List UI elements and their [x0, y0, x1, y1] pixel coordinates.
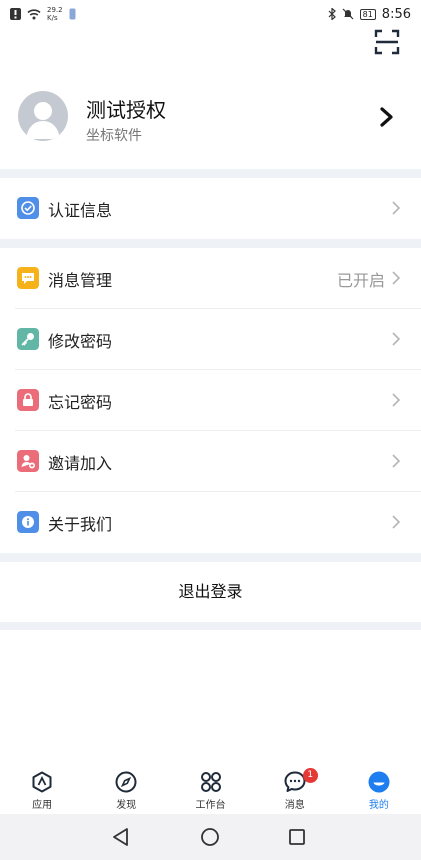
profile-card[interactable]: 测试授权 坐标软件 — [0, 80, 421, 154]
scan-button[interactable] — [373, 28, 401, 56]
menu-label-certification: 认证信息 — [48, 201, 113, 220]
recents-square-icon[interactable] — [286, 826, 308, 848]
status-bar: 29.2 K/s 81 8:56 — [0, 0, 421, 28]
tab-label-apps: 应用 — [32, 800, 53, 811]
message-icon — [17, 267, 39, 289]
bluetooth-icon — [328, 8, 336, 20]
tab-discover[interactable]: 发现 — [84, 762, 168, 814]
certification-icon — [17, 197, 39, 219]
network-speed-value: 29.2 — [47, 6, 63, 14]
menu-item-invite[interactable]: 邀请加入 — [0, 431, 421, 492]
home-circle-icon[interactable] — [199, 826, 221, 848]
compass-icon — [115, 771, 137, 793]
chevron-right-icon — [380, 107, 393, 127]
bottom-tab-bar: 应用 发现 工作台 1 消息 我的 — [0, 762, 421, 814]
menu-item-forgot-password[interactable]: 忘记密码 — [0, 370, 421, 431]
battery-indicator: 81 — [359, 8, 376, 20]
status-right: 81 8:56 — [328, 7, 411, 22]
menu-item-about[interactable]: 关于我们 — [0, 492, 421, 553]
profile-smile-icon — [368, 771, 390, 793]
clock: 8:56 — [381, 6, 411, 22]
network-speed: 29.2 K/s — [47, 6, 63, 22]
tab-label-workbench: 工作台 — [195, 800, 226, 811]
menu-item-message-management[interactable]: 消息管理 已开启 — [0, 248, 421, 309]
chevron-right-icon — [392, 393, 400, 407]
logout-button[interactable]: 退出登录 — [0, 562, 421, 622]
avatar — [18, 91, 68, 141]
mute-bell-icon — [342, 8, 354, 20]
info-icon — [17, 511, 39, 533]
section-gap — [0, 553, 421, 562]
profile-name: 测试授权 — [86, 98, 166, 122]
unread-badge: 1 — [302, 768, 318, 783]
section-gap — [0, 239, 421, 248]
tab-label-mine: 我的 — [368, 800, 389, 811]
menu-label-change-password: 修改密码 — [48, 332, 113, 351]
invite-user-icon — [17, 450, 39, 472]
chevron-right-icon — [392, 454, 400, 468]
back-triangle-icon[interactable] — [110, 826, 132, 848]
tab-apps[interactable]: 应用 — [0, 762, 84, 814]
tab-mine[interactable]: 我的 — [337, 762, 421, 814]
wifi-icon — [27, 8, 41, 19]
app-notification-icon — [69, 8, 76, 20]
workbench-grid-icon — [200, 772, 221, 792]
system-navigation-bar — [0, 814, 421, 860]
tab-label-messages: 消息 — [284, 800, 305, 811]
menu-item-change-password[interactable]: 修改密码 — [0, 309, 421, 370]
chevron-right-icon — [392, 271, 400, 285]
menu-label-forgot-password: 忘记密码 — [48, 393, 113, 412]
network-speed-unit: K/s — [47, 14, 58, 22]
menu-label-about: 关于我们 — [48, 515, 113, 534]
tab-label-discover: 发现 — [116, 800, 137, 811]
default-avatar-icon — [26, 102, 60, 139]
menu-label-invite: 邀请加入 — [48, 454, 113, 473]
chevron-right-icon — [392, 515, 400, 529]
scan-icon — [374, 29, 400, 55]
key-icon — [17, 328, 39, 350]
menu-item-certification[interactable]: 认证信息 — [0, 178, 421, 239]
menu-label-message-management: 消息管理 — [48, 271, 113, 290]
chevron-right-icon — [392, 332, 400, 346]
tab-messages[interactable]: 1 消息 — [253, 762, 337, 814]
tab-workbench[interactable]: 工作台 — [168, 762, 252, 814]
status-left: 29.2 K/s — [10, 6, 76, 22]
chevron-right-icon — [392, 201, 400, 215]
section-gap — [0, 622, 421, 630]
message-status-value: 已开启 — [336, 271, 385, 290]
apps-icon — [32, 771, 52, 793]
profile-subtitle: 坐标软件 — [86, 128, 142, 144]
notification-alert-icon — [10, 8, 21, 20]
lock-icon — [17, 389, 39, 411]
